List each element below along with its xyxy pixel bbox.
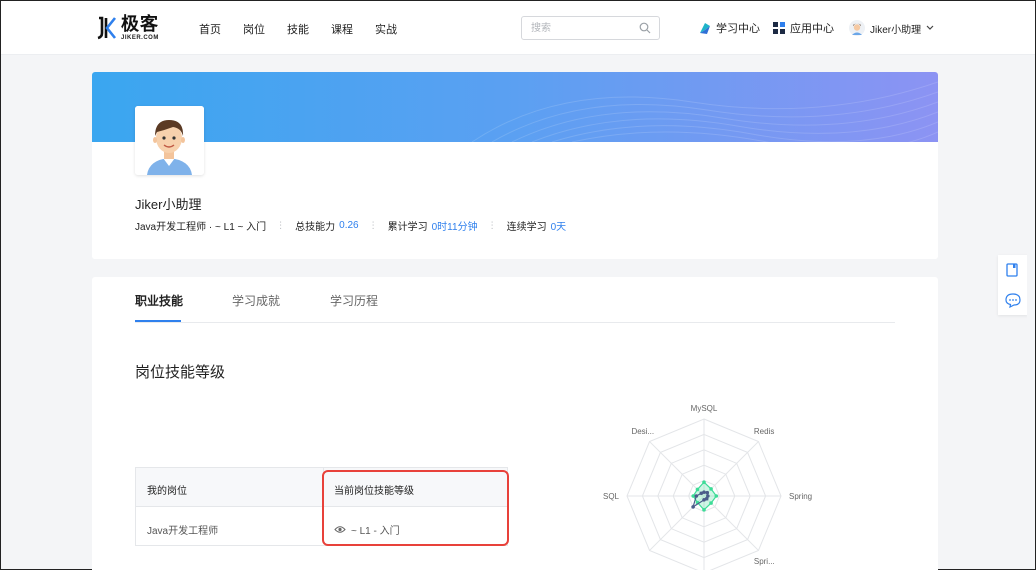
study-center-link[interactable]: 学习中心	[699, 20, 760, 36]
radar-point-green	[714, 494, 719, 498]
profile-card: Jiker小助理 Java开发工程师 · ~ L1 ~ 入门 ⋮ 总技能力 0.…	[92, 72, 938, 259]
divider: ⋮	[368, 220, 378, 230]
tab-career-skills[interactable]: 职业技能	[135, 292, 183, 309]
col-header-level: 当前岗位技能等级	[334, 486, 414, 497]
tab-achievements[interactable]: 学习成就	[232, 292, 280, 309]
app-center-label: 应用中心	[790, 23, 834, 35]
note-icon[interactable]	[1005, 263, 1019, 277]
radar-point-dark	[702, 498, 706, 502]
total-skill-value: 0.26	[339, 220, 359, 231]
main-nav: 首页 岗位 技能 课程 实战	[199, 21, 419, 37]
profile-tabs: 职业技能 学习成就 学习历程	[135, 292, 895, 323]
tab-history[interactable]: 学习历程	[330, 292, 378, 309]
profile-banner	[92, 72, 938, 151]
radar-axis-label: Desi...	[631, 427, 654, 436]
continuous-label: 连续学习	[506, 222, 547, 233]
radar-point-dark	[694, 494, 699, 498]
radar-axis-label: Spri...	[754, 557, 775, 566]
avatar-illustration	[135, 106, 204, 175]
chevron-down-icon	[926, 25, 934, 30]
radar-point-green	[691, 494, 696, 498]
profile-avatar[interactable]	[135, 106, 204, 175]
active-tab-indicator	[135, 320, 181, 322]
skill-radar-chart: MySQLRedisSpringSpri...JavaSQLDesi...	[603, 404, 812, 570]
nav-skills[interactable]: 技能	[287, 21, 309, 37]
radar-axis-label: MySQL	[691, 404, 718, 413]
logo-mark-icon	[97, 16, 117, 40]
user-avatar-icon	[849, 20, 865, 36]
radar-point-dark	[699, 491, 704, 496]
nav-home[interactable]: 首页	[199, 21, 221, 37]
radar-point-green	[695, 487, 700, 492]
profile-stats: Java开发工程师 · ~ L1 ~ 入门 ⋮ 总技能力 0.26 ⋮ 累计学习…	[135, 218, 566, 233]
radar-point-green	[702, 480, 706, 484]
nav-positions[interactable]: 岗位	[243, 21, 265, 37]
search-icon[interactable]	[639, 22, 651, 34]
search-input[interactable]	[531, 21, 631, 36]
search-box	[521, 16, 660, 40]
logo-text: 极客	[121, 14, 159, 34]
radar-axis-label: Spring	[789, 492, 812, 501]
column-divider	[323, 468, 324, 507]
user-name: Jiker小助理	[870, 24, 922, 36]
position-skill-table: 我的岗位 当前岗位技能等级 Java开发工程师 ~ L1 - 入门	[135, 467, 508, 546]
col-header-position: 我的岗位	[147, 486, 187, 497]
radar-point-green	[702, 508, 706, 512]
banner-wave-pattern	[471, 81, 938, 151]
total-skill-label: 总技能力	[295, 222, 336, 233]
nav-practice[interactable]: 实战	[375, 21, 397, 37]
radar-point-dark	[691, 505, 695, 509]
nav-courses[interactable]: 课程	[331, 21, 353, 37]
study-center-label: 学习中心	[716, 23, 760, 35]
cumulative-label: 累计学习	[387, 222, 428, 233]
site-logo[interactable]: 极客 JIKER.COM	[97, 15, 159, 41]
divider: ⋮	[487, 220, 497, 230]
cell-position: Java开发工程师	[147, 526, 219, 537]
skills-card: 职业技能 学习成就 学习历程 岗位技能等级 我的岗位 当前岗位技能等级 Java…	[92, 277, 938, 570]
radar-axis-label: Redis	[754, 427, 774, 436]
profile-role: Java开发工程师 · ~ L1 ~ 入门	[135, 222, 267, 233]
cumulative-value: 0时11分钟	[431, 222, 478, 233]
study-center-icon	[700, 22, 710, 34]
top-navbar: 极客 JIKER.COM 首页 岗位 技能 课程 实战 学习中心 应用中心	[1, 1, 1035, 55]
app-center-link[interactable]: 应用中心	[773, 20, 834, 36]
profile-body	[92, 142, 938, 259]
grid-icon	[773, 22, 785, 34]
table-header	[136, 468, 507, 507]
radar-point-green	[709, 501, 713, 505]
divider: ⋮	[276, 220, 286, 230]
radar-point-green	[709, 487, 713, 491]
level-text: ~ L1 - 入门	[351, 526, 400, 537]
user-menu[interactable]: Jiker小助理	[849, 20, 939, 36]
section-title: 岗位技能等级	[135, 364, 226, 381]
radar-point-dark	[705, 490, 710, 495]
page-scrollbar[interactable]	[1027, 55, 1035, 569]
logo-subtext: JIKER.COM	[121, 35, 159, 41]
cell-level: ~ L1 - 入门	[334, 522, 400, 537]
continuous-value: 0天	[550, 222, 567, 233]
floating-sidebar	[998, 255, 1028, 315]
profile-name: Jiker小助理	[135, 197, 202, 212]
eye-icon[interactable]	[334, 525, 346, 534]
chat-icon[interactable]	[1005, 293, 1021, 308]
radar-axis-label: SQL	[603, 492, 620, 501]
